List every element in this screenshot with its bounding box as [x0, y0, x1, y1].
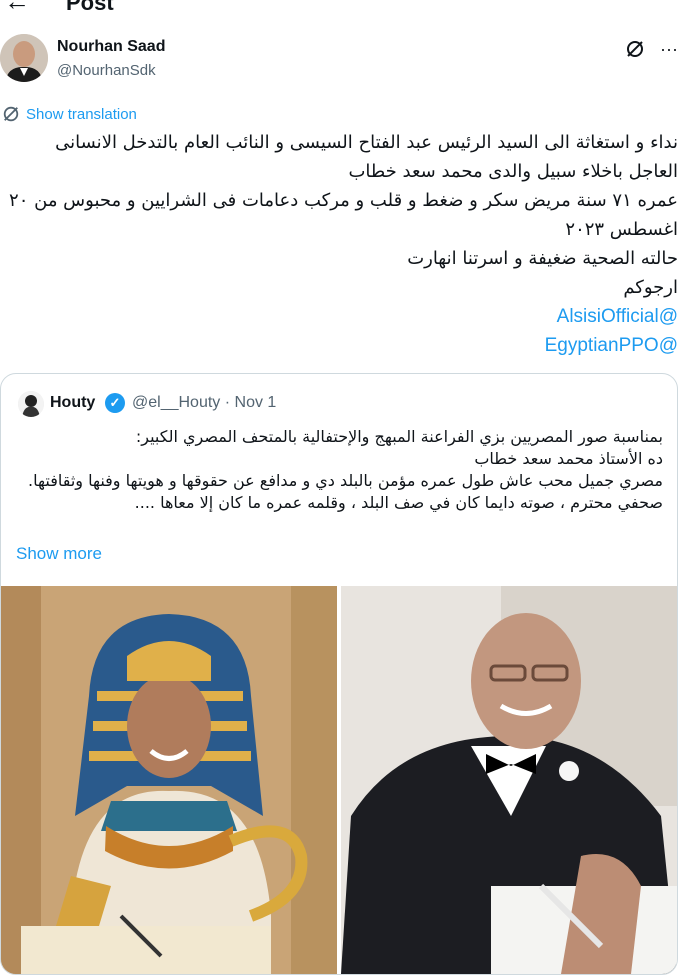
author-handle[interactable]: @NourhanSdk — [57, 62, 156, 79]
pharaoh-image[interactable] — [1, 586, 337, 974]
show-translation-link[interactable]: Show translation — [2, 105, 137, 123]
translate-icon — [3, 106, 19, 122]
tweet-line: عمره ٧١ سنة مريض سكر و ضغط و قلب و مركب … — [9, 190, 678, 240]
quote-handle-date[interactable]: @el__Houty · Nov 1 — [132, 394, 276, 412]
quote-line: بمناسبة صور المصريين بزي الفراعنة المبهج… — [135, 427, 663, 446]
tweet-line: نداء و استغاثة الى السيد الرئيس عبد الفت… — [55, 132, 678, 182]
more-dots-icon[interactable]: ··· — [658, 38, 680, 60]
avatar[interactable] — [0, 34, 48, 82]
quote-line: ده الأستاذ محمد سعد خطاب — [474, 449, 663, 468]
tweet-line: حالته الصحية ضغيفة و اسرتنا انهارت — [407, 248, 678, 269]
quoted-post[interactable]: Houty ✓ @el__Houty · Nov 1 بمناسبة صور ا… — [0, 373, 678, 975]
mention-link[interactable]: @AlsisiOfficial — [557, 306, 678, 327]
grok-icon[interactable] — [624, 38, 646, 60]
show-translation-label: Show translation — [26, 105, 137, 123]
quote-line: صحفي محترم ، صوته دايما كان في صف البلد … — [134, 493, 663, 512]
verified-badge-icon: ✓ — [105, 393, 125, 413]
suit-portrait-image[interactable] — [341, 586, 677, 974]
author-name[interactable]: Nourhan Saad — [57, 38, 165, 56]
mention-link[interactable]: @EgyptianPPO — [545, 335, 678, 356]
tweet-body: نداء و استغاثة الى السيد الرئيس عبد الفت… — [8, 128, 678, 360]
tweet-line: ارجوكم — [623, 277, 678, 298]
top-header: ← Post — [0, 0, 690, 14]
arrow-left-icon[interactable]: ← — [4, 0, 30, 14]
quote-author-name[interactable]: Houty — [50, 394, 95, 412]
show-more-link[interactable]: Show more — [16, 544, 102, 564]
quote-avatar[interactable] — [18, 391, 44, 417]
quote-line: مصري جميل محب عاش طول عمره مؤمن بالبلد د… — [28, 471, 663, 490]
quote-body: بمناسبة صور المصريين بزي الفراعنة المبهج… — [13, 426, 663, 514]
page-title: Post — [66, 0, 114, 14]
post-actions: ··· — [624, 38, 680, 60]
